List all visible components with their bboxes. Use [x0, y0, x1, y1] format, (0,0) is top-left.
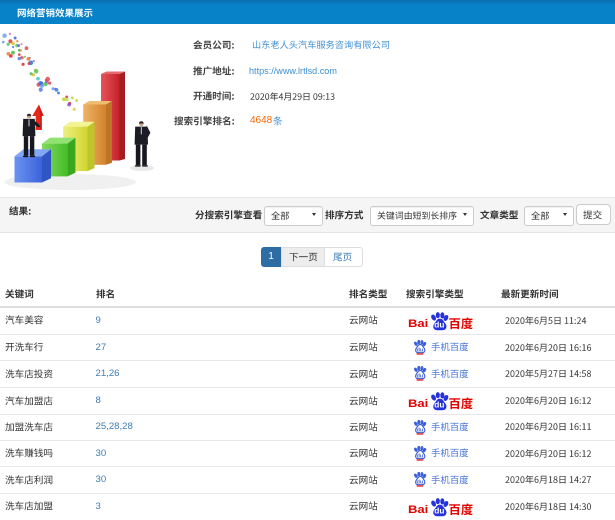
svg-text:du: du	[434, 319, 444, 329]
svg-text:Bai: Bai	[408, 503, 428, 515]
svg-text:du: du	[416, 427, 423, 433]
svg-text:du: du	[416, 480, 423, 486]
svg-text:du: du	[416, 453, 423, 459]
svg-text:du: du	[434, 400, 444, 410]
svg-text:du: du	[434, 505, 444, 515]
svg-text:Bai: Bai	[408, 397, 428, 409]
svg-text:Bai: Bai	[408, 317, 428, 329]
svg-text:du: du	[416, 347, 423, 353]
svg-text:du: du	[416, 374, 423, 380]
